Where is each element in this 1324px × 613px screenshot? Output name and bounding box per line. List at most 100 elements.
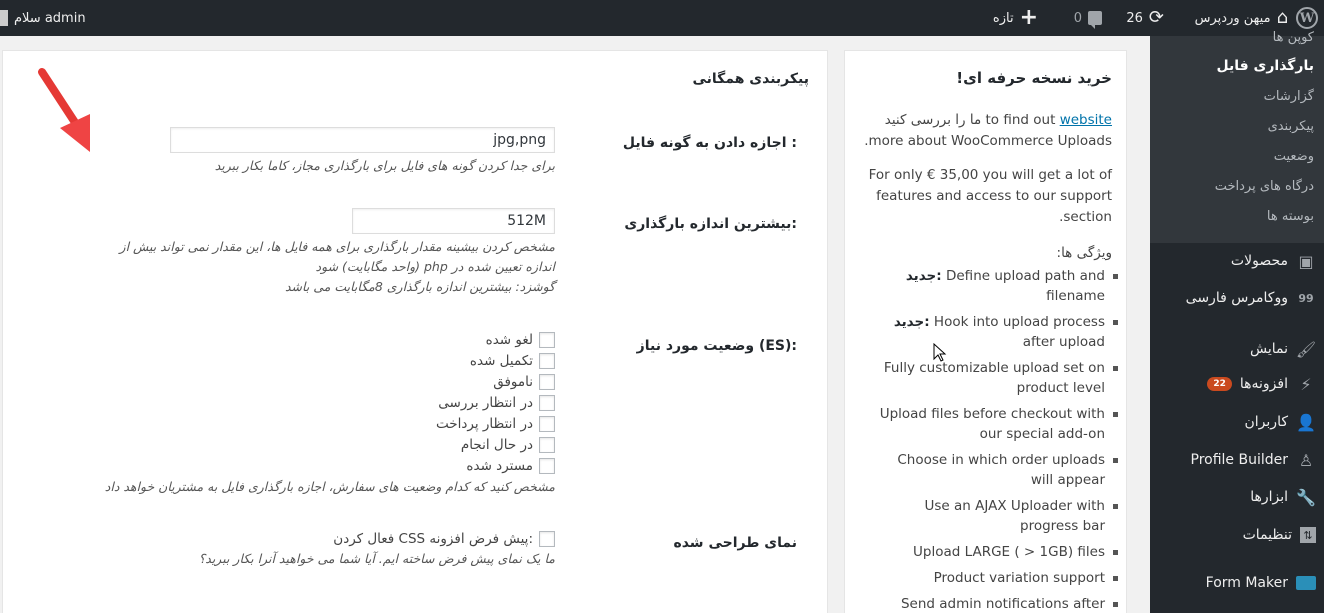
updates-link[interactable]: ⟳ 26 (1126, 0, 1164, 36)
section-title: پیکربندی همگانی (692, 71, 810, 87)
checkbox[interactable] (539, 373, 555, 390)
checkbox[interactable] (539, 436, 555, 453)
bullet-icon (1113, 550, 1118, 555)
option-label: فعال کردن CSS پیش فرض افزونه: (333, 530, 533, 547)
menu-label: ابزارها (1250, 489, 1288, 505)
new-label: تازه (992, 10, 1014, 26)
red-arrow-annotation (38, 68, 90, 152)
submenu-payment-gateways[interactable]: درگاه های پرداخت (1215, 179, 1314, 194)
status-option-cancelled[interactable]: لغو شده (486, 329, 555, 350)
admin-sidebar: کوپن ها بارگذاری فایل گزارشات پیکربندی و… (1150, 30, 1324, 613)
comments-link[interactable]: 0 (1074, 0, 1102, 36)
feature-text: Upload LARGE ( > 1GB) files (913, 544, 1105, 560)
site-name: میهن وردپرس (1194, 10, 1271, 26)
menu-users[interactable]: 👤 کاربران (1150, 405, 1324, 439)
submenu-coupons[interactable]: کوپن ها (1273, 30, 1314, 45)
submenu-status[interactable]: وضعیت (1274, 149, 1314, 164)
price-text-1: For only € 35,00 you will get a lot of (868, 167, 1112, 183)
quote-icon: 99 (1298, 291, 1314, 305)
checkbox[interactable] (539, 530, 555, 547)
max-size-description-2: اندازه تعیین شده در php (واحد مگابایت) ش… (315, 259, 555, 274)
paintbrush-icon: 🖌 (1295, 339, 1317, 359)
website-link[interactable]: website (1060, 112, 1112, 128)
status-label: وضعیت مورد نیاز (ES): (636, 338, 797, 354)
feature-text: Product variation support (933, 570, 1105, 586)
option-label: در انتظار پرداخت (436, 415, 533, 432)
option-label: لغو شده (485, 331, 533, 348)
price-text-2: features and access to our support (876, 188, 1112, 204)
file-types-label: اجازه دادن به گونه فایل : (622, 135, 797, 151)
settings-panel: پیکربندی همگانی اجازه دادن به گونه فایل … (2, 50, 828, 613)
status-option-processing[interactable]: در حال انجام (461, 434, 555, 455)
menu-label: Form Maker (1205, 575, 1288, 591)
option-label: ناموفق (493, 373, 533, 390)
profile-icon: ♙ (1298, 450, 1314, 470)
feature-item: Send admin notifications after (858, 594, 1118, 613)
pro-version-box: خرید نسخه حرفه ای! ما را بررسی کنید to f… (844, 50, 1127, 613)
status-option-on-hold[interactable]: در انتظار بررسی (438, 392, 555, 413)
checkbox[interactable] (539, 394, 555, 411)
status-option-failed[interactable]: ناموفق (493, 371, 555, 392)
checkbox[interactable] (539, 415, 555, 432)
menu-label: نمایش (1249, 341, 1288, 357)
max-size-description-1: مشخص کردن بیشینه مقدار بارگذاری برای همه… (119, 239, 555, 254)
promo-intro-line2: .more about WooCommerce Uploads (864, 133, 1112, 149)
bullet-icon (1113, 458, 1118, 463)
feature-text: Upload files before checkout with our sp… (879, 406, 1105, 442)
menu-form-maker[interactable]: Form Maker (1150, 566, 1324, 600)
menu-label: کاربران (1244, 414, 1288, 430)
bullet-icon (1113, 274, 1118, 279)
comment-icon (1088, 11, 1102, 29)
wrench-icon: 🔧 (1296, 487, 1316, 507)
feature-text: Define upload path and filename (945, 268, 1105, 304)
checkbox[interactable] (539, 352, 555, 369)
form-icon (1296, 576, 1316, 590)
intro-prefix: ما را بررسی کنید (884, 112, 982, 128)
max-size-label: بیشترین اندازه بارگذاری: (624, 216, 797, 232)
design-label: نمای طراحی شده (673, 535, 797, 551)
menu-appearance[interactable]: 🖌 نمایش (1150, 332, 1324, 366)
feature-text: Send admin notifications after (900, 596, 1105, 612)
menu-settings[interactable]: ⇅ تنظیمات (1150, 518, 1324, 552)
features-list: جدید: Define upload path and filename جد… (858, 266, 1118, 613)
mouse-cursor-icon (933, 343, 947, 362)
submenu-file-upload[interactable]: بارگذاری فایل (1216, 58, 1314, 74)
option-label: در انتظار بررسی (438, 394, 533, 411)
option-label: مسترد شده (466, 457, 533, 474)
checkbox[interactable] (539, 457, 555, 474)
intro-suffix: to find out (985, 112, 1056, 128)
max-size-input[interactable] (352, 208, 555, 234)
submenu-packages[interactable]: بوسته ها (1267, 209, 1314, 224)
home-icon: ⌂ (1276, 7, 1288, 28)
status-description: مشخص کنید که کدام وضعیت های سفارش، اجازه… (104, 479, 555, 494)
submenu-settings[interactable]: پیکربندی (1268, 119, 1314, 134)
status-option-pending[interactable]: در انتظار پرداخت (436, 413, 555, 434)
file-types-input[interactable] (170, 127, 555, 153)
bullet-icon (1113, 412, 1118, 417)
status-option-refunded[interactable]: مسترد شده (466, 455, 555, 476)
option-label: تکمیل شده (469, 352, 533, 369)
default-css-toggle[interactable]: فعال کردن CSS پیش فرض افزونه: (333, 528, 555, 549)
menu-label: افزونه‌ها (1239, 376, 1288, 392)
menu-woocommerce-persian[interactable]: 99 ووکامرس فارسی (1150, 281, 1324, 315)
bullet-icon (1113, 504, 1118, 509)
update-icon: ⟳ (1148, 7, 1164, 28)
plugin-updates-badge: 22 (1207, 377, 1232, 391)
feature-item: جدید: Define upload path and filename (858, 266, 1118, 306)
design-description: ما یک نمای پیش فرض ساخته ایم. آیا شما می… (198, 551, 555, 566)
checkbox[interactable] (539, 331, 555, 348)
menu-label: تنظیمات (1242, 527, 1292, 543)
new-content-link[interactable]: + تازه (993, 0, 1038, 36)
bullet-icon (1113, 576, 1118, 581)
my-account-link[interactable]: سلام admin (0, 0, 86, 36)
submenu-reports[interactable]: گزارشات (1264, 89, 1314, 104)
status-option-completed[interactable]: تکمیل شده (470, 350, 555, 371)
menu-products[interactable]: ▣ محصولات (1150, 244, 1324, 278)
settings-icon: ⇅ (1300, 527, 1316, 543)
menu-tools[interactable]: 🔧 ابزارها (1150, 480, 1324, 514)
feature-item: Upload files before checkout with our sp… (858, 404, 1118, 444)
menu-plugins[interactable]: ⚡ افزونه‌ها 22 (1150, 367, 1324, 401)
menu-profile-builder[interactable]: ♙ Profile Builder (1150, 443, 1324, 477)
option-label: در حال انجام (460, 436, 533, 453)
plugin-icon: ⚡ (1300, 374, 1312, 394)
